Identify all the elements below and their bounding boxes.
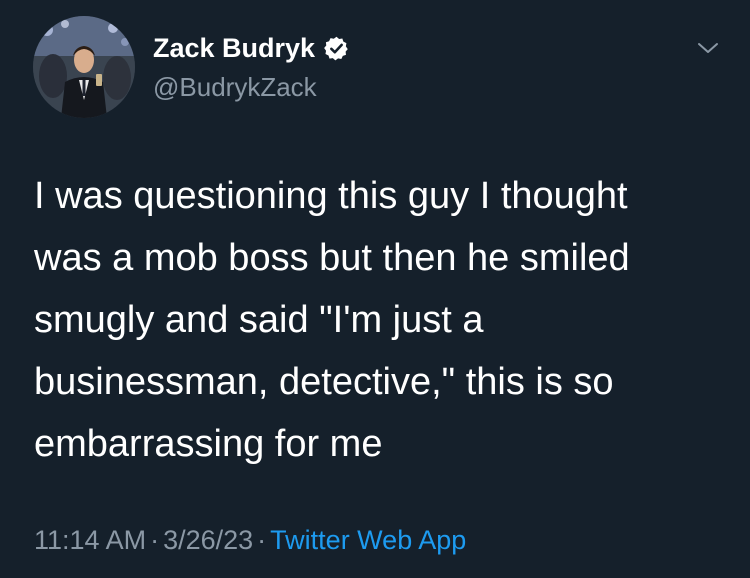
- meta-separator: ·: [257, 525, 267, 555]
- tweet-text-line: I was questioning this guy I thought: [34, 175, 628, 217]
- author-row: Zack Budryk: [153, 32, 350, 64]
- avatar[interactable]: [33, 16, 135, 118]
- tweet-source-link[interactable]: Twitter Web App: [270, 525, 466, 555]
- chevron-down-icon[interactable]: [696, 38, 720, 58]
- tweet-date[interactable]: 3/26/23: [163, 525, 253, 555]
- tweet-time[interactable]: 11:14 AM: [34, 525, 146, 555]
- author-handle[interactable]: @BudrykZack: [153, 71, 317, 103]
- author-name[interactable]: Zack Budryk: [153, 32, 315, 64]
- tweet-text-line: was a mob boss but then he smiled: [34, 237, 630, 279]
- tweet-card: Zack Budryk @BudrykZack I was questionin…: [0, 0, 750, 578]
- tweet-text-line: businessman, detective," this is so: [34, 361, 614, 403]
- meta-separator: ·: [150, 525, 160, 555]
- tweet-text-line: embarrassing for me: [34, 423, 383, 465]
- tweet-text-line: smugly and said "I'm just a: [34, 299, 484, 341]
- tweet-meta: 11:14 AM · 3/26/23 · Twitter Web App: [34, 520, 466, 560]
- tweet-text: I was questioning this guy I thought was…: [34, 165, 724, 475]
- verified-badge-icon: [324, 36, 348, 60]
